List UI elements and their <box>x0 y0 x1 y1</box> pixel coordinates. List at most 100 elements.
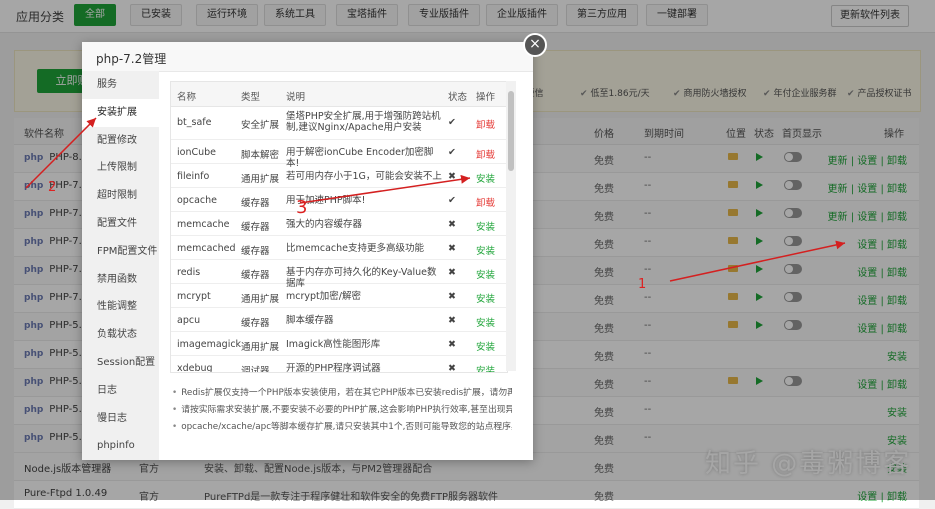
annotation-2: 2 <box>48 180 57 195</box>
php-manage-modal: php-7.2管理 服务 安装扩展 配置修改 上传限制 超时限制 配置文件 FPM配置文件禁… <box>82 42 533 460</box>
ext-uninstall-link[interactable]: 卸载 <box>476 117 495 131</box>
note-item: Redis扩展仅支持一个PHP版本安装使用，若在其它PHP版本已安装redis扩… <box>172 385 512 402</box>
ext-install-link[interactable]: 安装 <box>476 291 495 305</box>
ext-install-link[interactable]: 安装 <box>476 243 495 257</box>
ext-name: fileinfo <box>177 171 210 182</box>
ext-type: 缓存器 <box>241 246 270 257</box>
ext-install-link[interactable]: 安装 <box>476 315 495 329</box>
note-item: opcache/xcache/apc等脚本缓存扩展,请只安装其中1个,否则可能导… <box>172 419 512 436</box>
modal-menu-item[interactable]: 服务 <box>82 71 159 99</box>
ext-desc: 用于加速PHP脚本! <box>286 195 366 206</box>
annotation-1: 1 <box>638 277 647 292</box>
scrollbar-thumb[interactable] <box>508 91 514 171</box>
ext-name: opcache <box>177 195 217 206</box>
modal-menu-item[interactable]: phpinfo <box>82 432 159 460</box>
extension-row: memcached 缓存器 比memcache支持更多高级功能 ✖ 安装 <box>171 236 507 260</box>
modal-menu-item[interactable]: 配置文件 <box>82 210 159 238</box>
cross-icon: ✖ <box>448 243 456 254</box>
ext-uninstall-link[interactable]: 卸载 <box>476 195 495 209</box>
cross-icon: ✖ <box>448 291 456 302</box>
ext-name: apcu <box>177 315 201 326</box>
extension-row: apcu 缓存器 脚本缓存器 ✖ 安装 <box>171 308 507 332</box>
modal-menu-item[interactable]: FPM配置文件 <box>82 238 159 266</box>
cross-icon: ✖ <box>448 171 456 182</box>
check-icon: ✔ <box>448 147 456 158</box>
bt-panel-software-page: 应用分类 全部 已安装 运行环境 系统工具 宝塔插件 专业版插件 企业版插件 第… <box>0 0 935 509</box>
ext-desc: 比memcache支持更多高级功能 <box>286 243 424 254</box>
extension-row: memcache 缓存器 强大的内容缓存器 ✖ 安装 <box>171 212 507 236</box>
ext-type: 缓存器 <box>241 270 270 281</box>
modal-menu-item[interactable]: 负载状态 <box>82 321 159 349</box>
modal-menu-item[interactable]: 超时限制 <box>82 182 159 210</box>
modal-menu-item[interactable]: Session配置 <box>82 349 159 377</box>
extension-row: mcrypt 通用扩展 mcrypt加密/解密 ✖ 安装 <box>171 284 507 308</box>
ext-name: memcached <box>177 243 236 254</box>
ext-header-type: 类型 <box>241 92 261 103</box>
ext-install-link[interactable]: 安装 <box>476 267 495 281</box>
annotation-3: 3 <box>296 197 308 218</box>
extension-row: imagemagick 通用扩展 Imagick高性能图形库 ✖ 安装 <box>171 332 507 356</box>
ext-type: 缓存器 <box>241 318 270 329</box>
ext-type: 通用扩展 <box>241 342 280 353</box>
ext-desc: mcrypt加密/解密 <box>286 291 361 302</box>
ext-install-link[interactable]: 安装 <box>476 219 495 233</box>
extension-row: ionCube 脚本解密 用于解密ionCube Encoder加密脚本! ✔ 卸载 <box>171 140 507 169</box>
ext-type: 通用扩展 <box>241 294 280 305</box>
ext-install-link[interactable]: 安装 <box>476 171 495 185</box>
ext-header-op: 操作 <box>476 92 496 103</box>
ext-type: 安全扩展 <box>241 120 280 131</box>
cross-icon: ✖ <box>448 219 456 230</box>
modal-menu-item[interactable]: 禁用函数 <box>82 266 159 294</box>
extension-row: bt_safe 安全扩展 堡塔PHP安全扩展,用于增强防跨站机制,建议Nginx/A… <box>171 107 507 140</box>
check-icon: ✔ <box>448 195 456 206</box>
ext-type: 缓存器 <box>241 222 270 233</box>
ext-type: 通用扩展 <box>241 174 280 185</box>
modal-menu-item[interactable]: 上传限制 <box>82 154 159 182</box>
ext-name: xdebug <box>177 363 213 373</box>
ext-desc: Imagick高性能图形库 <box>286 339 381 350</box>
ext-desc: 脚本缓存器 <box>286 315 334 326</box>
modal-side-menu: 服务 安装扩展 配置修改 上传限制 超时限制 配置文件 FPM配置文件 禁用函数 性能调整 负载状… <box>82 71 159 460</box>
ext-type: 脚本解密 <box>241 150 280 161</box>
ext-desc: 若可用内存小于1G，可能会安装不上 <box>286 171 442 182</box>
ext-desc: 堡塔PHP安全扩展,用于增强防跨站机制,建议Nginx/Apache用户安装 <box>286 111 441 133</box>
modal-menu-item[interactable]: 慢日志 <box>82 405 159 433</box>
extension-rows: bt_safe 安全扩展 堡塔PHP安全扩展,用于增强防跨站机制,建议Nginx/A… <box>171 107 507 373</box>
ext-header-status: 状态 <box>448 92 468 103</box>
ext-desc: 开源的PHP程序调试器 <box>286 363 381 373</box>
ext-header-desc: 说明 <box>286 92 306 103</box>
ext-name: ionCube <box>177 147 217 158</box>
ext-type: 调试器 <box>241 366 270 373</box>
extension-row: opcache 缓存器 用于加速PHP脚本! ✔ 卸载 <box>171 188 507 212</box>
ext-header-name: 名称 <box>177 92 197 103</box>
extension-row: xdebug 调试器 开源的PHP程序调试器 ✖ 安装 <box>171 356 507 373</box>
ext-name: memcache <box>177 219 230 230</box>
modal-menu-item[interactable]: 安装扩展 <box>82 98 159 127</box>
modal-menu-item[interactable]: 配置修改 <box>82 127 159 155</box>
modal-menu-item[interactable]: 性能调整 <box>82 293 159 321</box>
modal-close-button[interactable]: × <box>523 33 547 57</box>
ext-install-link[interactable]: 安装 <box>476 363 495 372</box>
ext-name: mcrypt <box>177 291 211 302</box>
ext-install-link[interactable]: 安装 <box>476 339 495 353</box>
cross-icon: ✖ <box>448 363 456 373</box>
ext-name: imagemagick <box>177 339 242 350</box>
extension-row: fileinfo 通用扩展 若可用内存小于1G，可能会安装不上 ✖ 安装 <box>171 164 507 188</box>
ext-name: bt_safe <box>177 117 212 128</box>
note-item: 请按实际需求安装扩展,不要安装不必要的PHP扩展,这会影响PHP执行效率,甚至出… <box>172 402 512 419</box>
cross-icon: ✖ <box>448 339 456 350</box>
ext-desc: 强大的内容缓存器 <box>286 219 363 230</box>
extension-table: 名称 类型 说明 状态 操作 bt_safe 安全扩展 堡塔PHP安全扩展,用于增强… <box>170 81 508 373</box>
cross-icon: ✖ <box>448 267 456 278</box>
modal-title-bar: php-7.2管理 <box>82 42 533 72</box>
modal-title: php-7.2管理 <box>96 52 167 66</box>
check-icon: ✔ <box>448 117 456 128</box>
ext-uninstall-link[interactable]: 卸载 <box>476 147 495 161</box>
extension-notes: Redis扩展仅支持一个PHP版本安装使用，若在其它PHP版本已安装redis扩… <box>172 385 512 436</box>
modal-menu-item[interactable]: 日志 <box>82 377 159 405</box>
extension-scrollbar[interactable] <box>506 81 516 371</box>
ext-name: redis <box>177 267 201 278</box>
extension-row: redis 缓存器 基于内存亦可持久化的Key-Value数据库 ✖ 安装 <box>171 260 507 289</box>
cross-icon: ✖ <box>448 315 456 326</box>
extension-table-header: 名称 类型 说明 状态 操作 <box>171 82 507 107</box>
